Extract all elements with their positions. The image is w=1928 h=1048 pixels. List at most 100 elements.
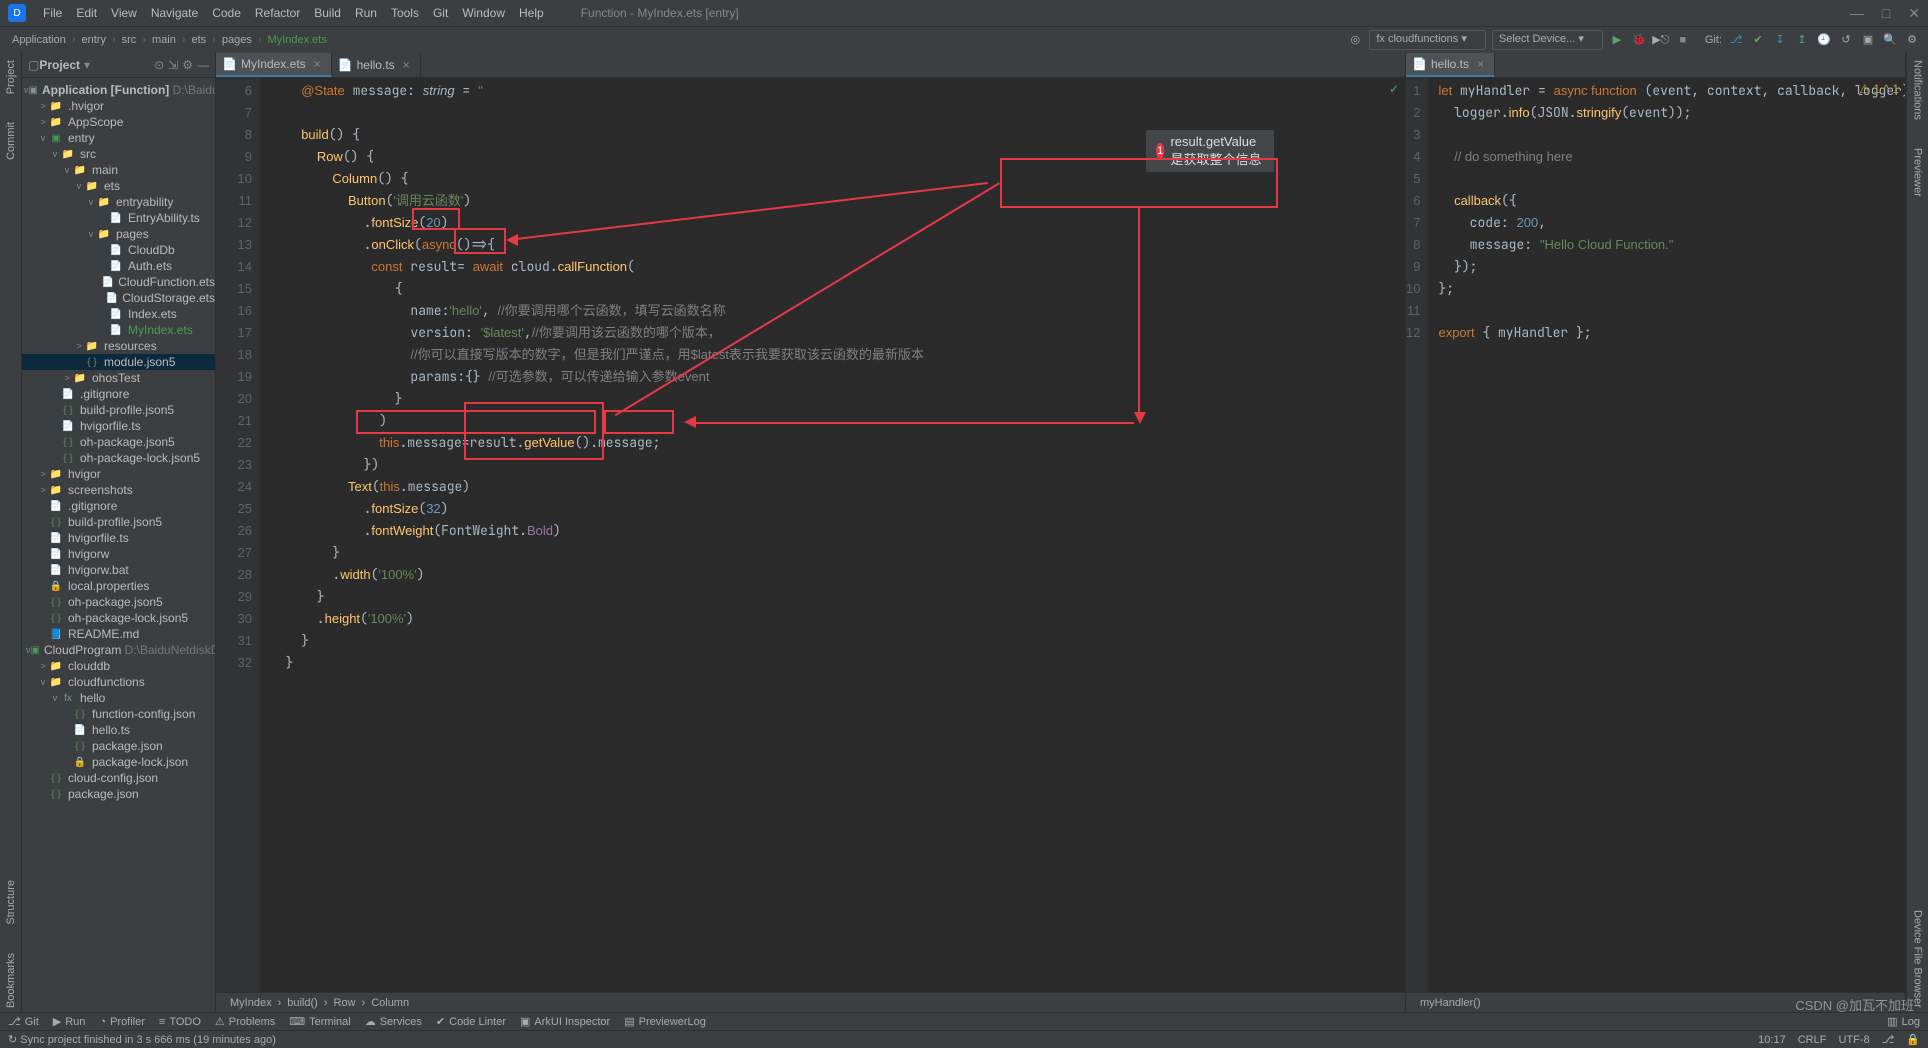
tree-item[interactable]: >📁screenshots [22,482,215,498]
tree-item[interactable]: 📄hello.ts [22,722,215,738]
tree-item[interactable]: { }build-profile.json5 [22,514,215,530]
tab-myindex[interactable]: 📄MyIndex.ets× [216,53,332,77]
tree-item[interactable]: 📄CloudDb [22,242,215,258]
tree-item[interactable]: >📁AppScope [22,114,215,130]
tree-item[interactable]: { }module.json5 [22,354,215,370]
debug-button[interactable]: 🐞 [1631,32,1647,48]
menu-file[interactable]: File [36,6,69,20]
tree-item[interactable]: 📘README.md [22,626,215,642]
tree-item[interactable]: { }oh-package-lock.json5 [22,610,215,626]
crumb-entry[interactable]: entry [78,34,110,46]
tree-item[interactable]: vfxhello [22,690,215,706]
gear-icon[interactable]: ⚙ [182,58,193,72]
tree-item[interactable]: { }package.json [22,738,215,754]
tab-notifications[interactable]: Notifications [1910,56,1926,124]
tree-item[interactable]: v📁main [22,162,215,178]
tab-device-browser[interactable]: Device File Browser [1910,906,1926,1012]
tree-item[interactable]: { }package.json [22,786,215,802]
tree-item[interactable]: v▣entry [22,130,215,146]
device-dropdown[interactable]: Select Device... ▾ [1492,30,1603,50]
close-icon[interactable]: × [1477,57,1484,71]
settings-icon[interactable]: ⚙ [1904,32,1920,48]
git-push-icon[interactable]: ↥ [1794,32,1810,48]
bottom-arkui[interactable]: ▣ ArkUI Inspector [520,1015,610,1028]
crumb-ets[interactable]: ets [188,34,211,46]
tree-item[interactable]: v📁entryability [22,194,215,210]
bottom-profiler[interactable]: ◔ Profiler [99,1016,145,1028]
menu-help[interactable]: Help [512,6,551,20]
tree-item[interactable]: { }oh-package.json5 [22,594,215,610]
tab-structure[interactable]: Structure [3,876,19,929]
project-tree[interactable]: v▣Application [Function] D:\BaiduNet >📁.… [22,78,215,1012]
tree-item[interactable]: v📁src [22,146,215,162]
tree-item[interactable]: 📄hvigorfile.ts [22,418,215,434]
close-button[interactable]: ✕ [1908,5,1920,22]
tab-bookmarks[interactable]: Bookmarks [3,949,19,1012]
branch-indicator[interactable]: ⎇ [1882,1033,1895,1046]
tree-item[interactable]: >📁.hvigor [22,98,215,114]
tree-item[interactable]: 📄CloudFunction.ets [22,274,215,290]
tree-item[interactable]: v📁pages [22,226,215,242]
stop-button[interactable]: ■ [1675,32,1691,48]
bottom-previewerlog[interactable]: ▤ PreviewerLog [624,1015,706,1028]
tree-item[interactable]: >📁hvigor [22,466,215,482]
bottom-run[interactable]: ▶ Run [53,1015,86,1028]
menu-navigate[interactable]: Navigate [144,6,205,20]
bottom-problems[interactable]: ⚠ Problems [215,1015,275,1028]
crumb-pages[interactable]: pages [218,34,256,46]
tree-item[interactable]: 📄.gitignore [22,386,215,402]
bottom-services[interactable]: ☁ Services [365,1015,422,1028]
hide-icon[interactable]: — [197,58,209,72]
tab-hello-right[interactable]: 📄hello.ts× [1406,53,1495,77]
tab-project[interactable]: Project [3,56,19,98]
bottom-codelinter[interactable]: ✔ Code Linter [436,1015,506,1028]
tree-item[interactable]: 📄MyIndex.ets [22,322,215,338]
bottom-terminal[interactable]: ⌨ Terminal [289,1015,350,1028]
crumb-src[interactable]: src [118,34,141,46]
tree-item[interactable]: { }oh-package.json5 [22,434,215,450]
tree-item[interactable]: v▣CloudProgram D:\BaiduNetdiskDow [22,642,215,658]
tree-item[interactable]: 📄hvigorw [22,546,215,562]
tree-item[interactable]: { }cloud-config.json [22,770,215,786]
readonly-lock-icon[interactable]: 🔒 [1906,1033,1920,1046]
tree-item[interactable]: 📄CloudStorage.ets [22,290,215,306]
caret-position[interactable]: 10:17 [1758,1034,1786,1046]
tree-item[interactable]: { }function-config.json [22,706,215,722]
tree-item[interactable]: >📁ohosTest [22,370,215,386]
expand-icon[interactable]: ⇲ [168,58,178,72]
tree-item[interactable]: 📄EntryAbility.ts [22,210,215,226]
code-with-me-icon[interactable]: ▣ [1860,32,1876,48]
search-icon[interactable]: 🔍 [1882,32,1898,48]
minimize-button[interactable]: — [1850,5,1864,22]
close-icon[interactable]: × [403,58,410,72]
close-icon[interactable]: × [314,57,321,71]
tree-item[interactable]: v📁ets [22,178,215,194]
tab-commit[interactable]: Commit [3,118,19,164]
tree-item[interactable]: 📄.gitignore [22,498,215,514]
git-update-icon[interactable]: ↧ [1772,32,1788,48]
crumb-file[interactable]: MyIndex.ets [264,34,331,46]
select-file-icon[interactable]: ⊙ [154,58,164,72]
line-sep[interactable]: CRLF [1798,1034,1827,1046]
tab-hello-left[interactable]: 📄hello.ts× [332,53,421,77]
tree-item[interactable]: { }build-profile.json5 [22,402,215,418]
menu-edit[interactable]: Edit [69,6,104,20]
tree-item[interactable]: >📁resources [22,338,215,354]
menu-git[interactable]: Git [426,6,455,20]
menu-window[interactable]: Window [455,6,512,20]
git-commit-icon[interactable]: ✔ [1750,32,1766,48]
menu-tools[interactable]: Tools [384,6,426,20]
crumb-main[interactable]: main [148,34,180,46]
tree-item[interactable]: 📄Index.ets [22,306,215,322]
tab-previewer[interactable]: Previewer [1910,144,1926,201]
tree-item[interactable]: 🔒local.properties [22,578,215,594]
git-branch-icon[interactable]: ⎇ [1728,32,1744,48]
source-editor-left[interactable]: @State message: string = '' build() { Ro… [260,78,1405,992]
menu-build[interactable]: Build [307,6,348,20]
target-icon[interactable]: ◎ [1347,32,1363,48]
git-revert-icon[interactable]: ↺ [1838,32,1854,48]
tree-item[interactable]: >📁clouddb [22,658,215,674]
source-editor-right[interactable]: let myHandler = async function (event, c… [1428,78,1905,992]
tree-item[interactable]: 📄Auth.ets [22,258,215,274]
run-button[interactable]: ▶ [1609,32,1625,48]
